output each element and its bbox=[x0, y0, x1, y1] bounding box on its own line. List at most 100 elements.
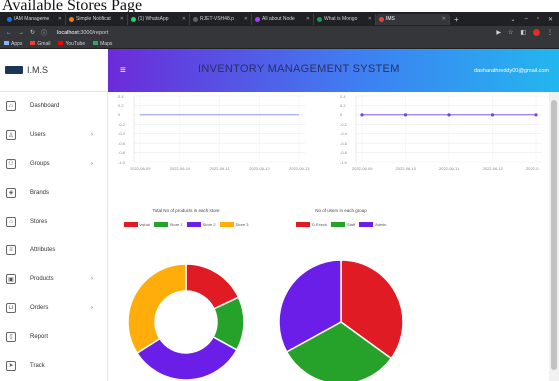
chevron-right-icon: › bbox=[91, 276, 93, 283]
sidebar-item-users[interactable]: ♙ Users › bbox=[0, 121, 107, 150]
list-icon: ≡ bbox=[6, 245, 16, 256]
sidebar-item-products[interactable]: ▣ Products › bbox=[0, 265, 107, 294]
bookmark-label: Maps bbox=[100, 40, 113, 47]
sidebar-item-dashboard[interactable]: ⌂ Dashboard bbox=[0, 92, 107, 121]
tab-close-icon[interactable]: ✕ bbox=[244, 16, 248, 22]
tab-search-icon[interactable]: ⌄ bbox=[510, 16, 515, 23]
minimize-icon[interactable]: – bbox=[524, 16, 527, 23]
bookmark-label: Apps bbox=[11, 40, 23, 47]
pie-plot bbox=[278, 259, 404, 381]
tab-favicon-icon bbox=[317, 16, 322, 22]
tab-close-icon[interactable]: ✕ bbox=[368, 16, 372, 22]
back-icon[interactable]: ← bbox=[6, 30, 12, 36]
bookmark-icon bbox=[58, 41, 64, 46]
tab-favicon-icon bbox=[131, 16, 136, 22]
home-icon: ⌂ bbox=[6, 101, 16, 112]
new-tab-button[interactable]: + bbox=[454, 15, 459, 24]
page-scrollbar[interactable] bbox=[549, 92, 559, 381]
tab-title: What is Mongo bbox=[324, 16, 358, 22]
tab-favicon-icon bbox=[7, 16, 12, 22]
tab-close-icon[interactable]: ✕ bbox=[182, 16, 186, 22]
user-email[interactable]: dasharathreddy00@gmail.com bbox=[474, 68, 549, 74]
sidebar-item-label: Brands bbox=[30, 189, 50, 196]
bookmark-item[interactable]: Apps bbox=[4, 41, 22, 47]
extensions-icon[interactable]: ◧ bbox=[520, 29, 526, 36]
bookmark-icon bbox=[93, 41, 99, 46]
cart-icon: ⊔ bbox=[6, 302, 16, 313]
url-host: localhost bbox=[57, 29, 79, 36]
maximize-icon[interactable]: ▫ bbox=[537, 16, 539, 23]
address-bar: ← → ↻ ⓘ localhost:3000/report ▶ ☆ ◧ ⋮ bbox=[0, 26, 559, 39]
bookmarks-bar: Apps Gmail YouTube Maps bbox=[0, 39, 559, 49]
window-controls: ⌄ – ▫ ✕ bbox=[510, 16, 559, 23]
bookmark-star-icon[interactable]: ☆ bbox=[508, 29, 513, 36]
bookmark-item[interactable]: Gmail bbox=[30, 41, 50, 47]
file-icon: ▯ bbox=[6, 331, 16, 342]
tab-close-icon[interactable]: ✕ bbox=[120, 16, 124, 22]
sidebar-item-attributes[interactable]: ≡ Attributes bbox=[0, 236, 107, 265]
report-content: 0.4 0.2 0 -0.2 -0.4 -0.6 -0.8 -1.0 2022-06-09 202… bbox=[108, 92, 549, 381]
sidebar: ⌂ Dashboard ♙ Users › ⚇ Groups › ◈ Brands ⌂ Stores ≡… bbox=[0, 92, 108, 381]
bookmark-item[interactable]: YouTube bbox=[58, 41, 85, 47]
user-icon: ♙ bbox=[6, 130, 16, 141]
send-icon: ➤ bbox=[6, 360, 16, 371]
tab-title: (1) WhatsApp bbox=[138, 16, 169, 22]
browser-tab[interactable]: IMS ✕ bbox=[376, 13, 450, 25]
tab-favicon-icon bbox=[69, 16, 74, 22]
app-title: INVENTORY MANAGEMENT SYSTEM bbox=[198, 63, 400, 75]
sidebar-item-label: Report bbox=[30, 333, 49, 340]
tab-title: RJET-VSH48.p bbox=[200, 16, 234, 22]
sidebar-item-label: Stores bbox=[30, 218, 48, 225]
close-window-icon[interactable]: ✕ bbox=[548, 16, 553, 23]
profile-avatar[interactable] bbox=[533, 29, 540, 36]
browser-tab[interactable]: RJET-VSH48.p ✕ bbox=[190, 13, 252, 25]
reload-icon[interactable]: ↻ bbox=[30, 29, 35, 36]
sidebar-item-track[interactable]: ➤ Track bbox=[0, 351, 107, 380]
browser-tab[interactable]: IAM Manageme ✕ bbox=[4, 13, 66, 25]
forward-icon[interactable]: → bbox=[18, 30, 24, 36]
chevron-right-icon: › bbox=[91, 160, 93, 167]
group-icon: ⚇ bbox=[6, 158, 16, 169]
info-icon: ⓘ bbox=[41, 31, 48, 37]
sidebar-item-label: Attributes bbox=[30, 247, 56, 254]
tab-title: Simple Notificat bbox=[76, 16, 111, 22]
bookmark-item[interactable]: Maps bbox=[93, 41, 112, 47]
browser-tab[interactable]: All about Node ✕ bbox=[252, 13, 314, 25]
more-menu-icon[interactable]: ⋮ bbox=[547, 29, 553, 36]
browser-tab[interactable]: Simple Notificat ✕ bbox=[66, 13, 128, 25]
tab-favicon-icon bbox=[193, 16, 198, 22]
sidebar-item-label: Orders bbox=[30, 304, 49, 311]
tab-close-icon[interactable]: ✕ bbox=[442, 16, 446, 22]
tab-close-icon[interactable]: ✕ bbox=[58, 16, 62, 22]
brand-icon: ◈ bbox=[6, 187, 16, 198]
hamburger-menu-icon[interactable]: ≡ bbox=[120, 65, 126, 76]
brand[interactable]: I.M.S bbox=[0, 49, 108, 92]
chevron-right-icon: › bbox=[91, 304, 93, 311]
browser-tab[interactable]: (1) WhatsApp ✕ bbox=[128, 13, 190, 25]
sidebar-item-report[interactable]: ▯ Report bbox=[0, 322, 107, 351]
sidebar-item-orders[interactable]: ⊔ Orders › bbox=[0, 294, 107, 323]
url-path: :3000/report bbox=[78, 29, 109, 36]
cast-icon[interactable]: ▶ bbox=[496, 29, 501, 36]
sidebar-item-brands[interactable]: ◈ Brands bbox=[0, 178, 107, 207]
box-icon: ▣ bbox=[6, 274, 16, 285]
sidebar-item-groups[interactable]: ⚇ Groups › bbox=[0, 150, 107, 179]
top-navbar: ≡ INVENTORY MANAGEMENT SYSTEM dasharathr… bbox=[108, 49, 559, 92]
sidebar-item-stores[interactable]: ⌂ Stores bbox=[0, 207, 107, 236]
brand-name: I.M.S bbox=[27, 65, 49, 75]
chevron-right-icon: › bbox=[91, 132, 93, 139]
sidebar-item-label: Groups bbox=[30, 160, 50, 167]
sidebar-item-label: Products bbox=[30, 276, 54, 283]
tab-title: IAM Manageme bbox=[14, 16, 50, 22]
browser-tab[interactable]: What is Mongo ✕ bbox=[314, 13, 376, 25]
tab-favicon-icon bbox=[255, 16, 260, 22]
url-field[interactable]: localhost:3000/report bbox=[57, 30, 108, 36]
bookmark-icon bbox=[30, 41, 36, 46]
app-header: I.M.S ≡ INVENTORY MANAGEMENT SYSTEM dash… bbox=[0, 49, 559, 92]
store-icon: ⌂ bbox=[6, 216, 16, 227]
pie-chart: No of users in each group D Execk Staff Adm… bbox=[108, 92, 549, 381]
scrollbar-thumb[interactable] bbox=[551, 100, 557, 370]
tab-title: All about Node bbox=[262, 16, 295, 22]
tab-close-icon[interactable]: ✕ bbox=[306, 16, 310, 22]
sidebar-item-label: Dashboard bbox=[30, 103, 60, 110]
